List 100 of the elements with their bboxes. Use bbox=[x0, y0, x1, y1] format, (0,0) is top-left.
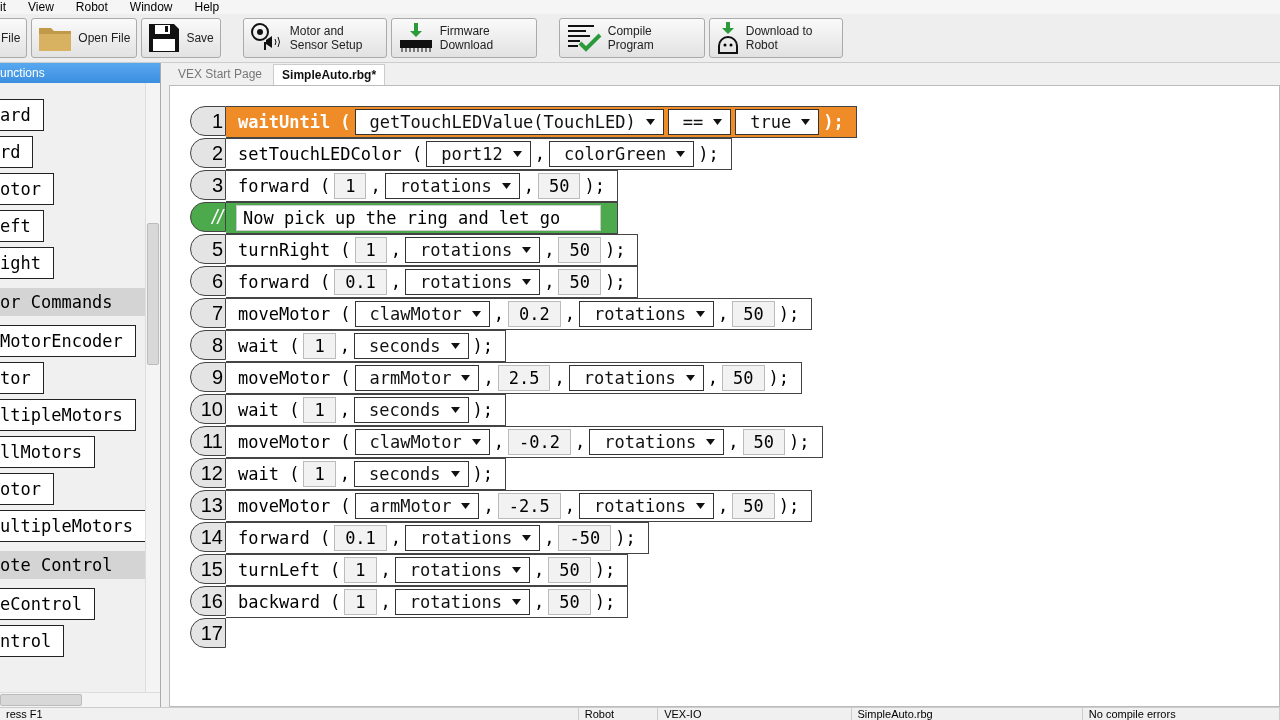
value-field[interactable]: 50 bbox=[548, 557, 591, 583]
dropdown[interactable]: true bbox=[735, 109, 820, 135]
menu-item[interactable]: View bbox=[28, 1, 54, 13]
dropdown[interactable]: rotations bbox=[405, 237, 541, 263]
dropdown[interactable]: rotations bbox=[568, 365, 704, 391]
dropdown[interactable]: rotations bbox=[578, 493, 715, 519]
value-field[interactable]: 50 bbox=[732, 493, 775, 519]
code-text: ); bbox=[615, 528, 636, 548]
function-block[interactable]: ight bbox=[0, 247, 54, 279]
function-block[interactable]: ntrol bbox=[0, 625, 65, 657]
dropdown[interactable]: clawMotor bbox=[354, 301, 490, 327]
value-field[interactable]: 0.2 bbox=[507, 301, 561, 327]
toolbar-button[interactable]: Motor and Sensor Setup bbox=[242, 18, 387, 58]
value-field[interactable]: 1 bbox=[303, 333, 336, 359]
value-field[interactable]: 0.1 bbox=[334, 269, 387, 295]
tab[interactable]: VEX Start Page bbox=[169, 63, 272, 85]
value-field[interactable]: 50 bbox=[732, 301, 775, 327]
code-block[interactable]: wait ( 1 , seconds ); bbox=[226, 394, 507, 426]
dropdown[interactable]: seconds bbox=[353, 397, 469, 423]
category-header[interactable]: or Commands bbox=[0, 288, 145, 316]
dropdown[interactable]: rotations bbox=[405, 269, 541, 295]
toolbar-button[interactable]: Compile Program bbox=[558, 18, 705, 58]
value-field[interactable]: 1 bbox=[344, 589, 377, 615]
toolbar-button[interactable]: Download to Robot bbox=[708, 18, 843, 58]
dropdown[interactable]: rotations bbox=[384, 173, 520, 199]
value-field[interactable]: 50 bbox=[538, 173, 581, 199]
scrollbar[interactable] bbox=[145, 83, 160, 692]
code-block[interactable]: turnLeft ( 1 , rotations , 50 ); bbox=[226, 554, 629, 586]
code-block[interactable]: wait ( 1 , seconds ); bbox=[226, 330, 507, 362]
code-block[interactable]: forward ( 0.1 , rotations , 50 ); bbox=[226, 266, 639, 298]
code-block[interactable]: setTouchLEDColor ( port12 , colorGreen ); bbox=[226, 138, 732, 170]
value-field[interactable]: 50 bbox=[548, 589, 591, 615]
tab[interactable]: SimpleAuto.rbg* bbox=[273, 64, 386, 85]
dropdown[interactable]: rotations bbox=[405, 525, 541, 551]
function-block[interactable]: llMotors bbox=[0, 436, 95, 468]
value-field[interactable]: 1 bbox=[334, 173, 367, 199]
function-block[interactable]: ultipleMotors bbox=[0, 510, 145, 542]
code-block[interactable]: moveMotor ( clawMotor , 0.2 , rotations , 50 ); bbox=[226, 298, 813, 330]
toolbar-button[interactable]: Save bbox=[141, 18, 221, 58]
function-block[interactable]: MotorEncoder bbox=[0, 325, 136, 357]
dropdown[interactable]: rotations bbox=[394, 589, 530, 615]
value-field[interactable]: 1 bbox=[344, 557, 377, 583]
code-text: ); bbox=[778, 496, 800, 516]
function-block[interactable]: rd bbox=[0, 136, 34, 168]
dropdown[interactable]: seconds bbox=[353, 461, 469, 487]
value-field[interactable]: -0.2 bbox=[507, 429, 571, 455]
toolbar-button[interactable]: Firmware Download bbox=[390, 18, 537, 58]
code-text: ); bbox=[604, 240, 626, 260]
function-block[interactable]: eControl bbox=[0, 588, 95, 620]
value-field[interactable]: -50 bbox=[558, 525, 612, 551]
category-header[interactable]: ote Control bbox=[0, 551, 145, 579]
menu-item[interactable]: Window bbox=[129, 1, 173, 13]
dropdown[interactable]: rotations bbox=[578, 301, 715, 327]
dropdown[interactable]: armMotor bbox=[354, 365, 480, 391]
horizontal-scrollbar[interactable] bbox=[0, 692, 160, 707]
value-field[interactable]: 2.5 bbox=[497, 365, 551, 391]
function-block[interactable]: eft bbox=[0, 210, 44, 242]
code-block[interactable]: moveMotor ( armMotor , -2.5 , rotations , 50 ); bbox=[226, 490, 813, 522]
value-field[interactable]: 50 bbox=[558, 237, 601, 263]
comment-field[interactable]: Now pick up the ring and let go bbox=[236, 205, 602, 231]
value-field[interactable]: 50 bbox=[742, 429, 786, 455]
dropdown[interactable]: rotations bbox=[394, 557, 530, 583]
status-text: No compile errors bbox=[1082, 708, 1280, 720]
code-text: , bbox=[493, 304, 504, 324]
dropdown[interactable]: getTouchLEDValue(TouchLED) bbox=[354, 109, 664, 135]
toolbar-button[interactable]: Open File bbox=[31, 18, 138, 58]
dropdown[interactable]: seconds bbox=[353, 333, 469, 359]
function-block[interactable]: ltipleMotors bbox=[0, 399, 136, 431]
dropdown[interactable]: rotations bbox=[589, 429, 725, 455]
code-block[interactable]: backward ( 1 , rotations , 50 ); bbox=[226, 586, 629, 618]
code-block[interactable]: forward ( 0.1 , rotations , -50 ); bbox=[226, 522, 649, 554]
value-field[interactable]: 50 bbox=[558, 269, 601, 295]
function-block[interactable]: ard bbox=[0, 99, 44, 131]
function-block[interactable]: otor bbox=[0, 473, 54, 505]
caret-icon bbox=[450, 471, 460, 477]
toolbar-button[interactable]: File bbox=[0, 18, 28, 58]
value-field[interactable]: 1 bbox=[303, 461, 336, 487]
value-field[interactable]: 0.1 bbox=[334, 525, 387, 551]
dropdown[interactable]: == bbox=[667, 109, 732, 135]
value-field[interactable]: 1 bbox=[303, 397, 336, 423]
menu-item[interactable]: Help bbox=[194, 1, 220, 13]
line-number: 6 bbox=[190, 266, 226, 296]
code-block[interactable]: waitUntil ( getTouchLEDValue(TouchLED) == true ); bbox=[226, 106, 857, 138]
function-block[interactable]: otor bbox=[0, 173, 54, 205]
value-field[interactable]: 50 bbox=[722, 365, 765, 391]
code-block[interactable]: forward ( 1 , rotations , 50 ); bbox=[226, 170, 618, 202]
function-block[interactable]: tor bbox=[0, 362, 44, 394]
dropdown[interactable]: colorGreen bbox=[548, 141, 695, 167]
dropdown[interactable]: armMotor bbox=[354, 493, 480, 519]
code-block[interactable]: turnRight ( 1 , rotations , 50 ); bbox=[226, 234, 639, 266]
dropdown[interactable]: clawMotor bbox=[354, 429, 490, 455]
menu-item[interactable]: Robot bbox=[75, 1, 108, 13]
code-block[interactable]: moveMotor ( clawMotor , -0.2 , rotations , 50 ); bbox=[226, 426, 823, 458]
code-block[interactable]: wait ( 1 , seconds ); bbox=[226, 458, 507, 490]
value-field[interactable]: 1 bbox=[354, 237, 387, 263]
code-block[interactable]: moveMotor ( armMotor , 2.5 , rotations , 50 ); bbox=[226, 362, 803, 394]
code-block[interactable]: Now pick up the ring and let go bbox=[226, 202, 619, 234]
value-field[interactable]: -2.5 bbox=[497, 493, 561, 519]
menu-item[interactable]: it bbox=[0, 1, 6, 13]
dropdown[interactable]: port12 bbox=[426, 141, 531, 167]
